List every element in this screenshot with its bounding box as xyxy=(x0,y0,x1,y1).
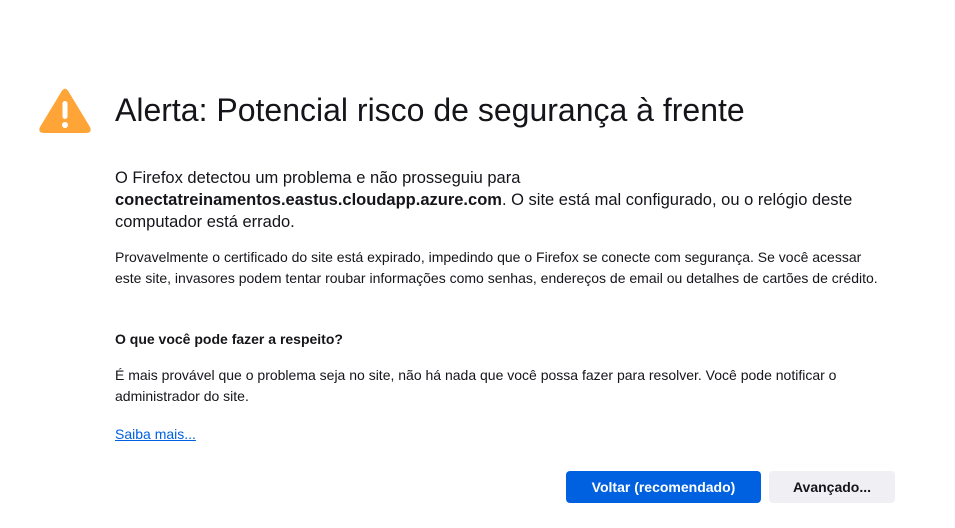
error-detail: Provavelmente o certificado do site está… xyxy=(115,249,878,286)
intro-before: O Firefox detectou um problema e não pro… xyxy=(115,169,521,187)
error-content: O Firefox detectou um problema e não pro… xyxy=(115,167,885,444)
warning-triangle-icon xyxy=(39,88,91,133)
page-title: Alerta: Potencial risco de segurança à f… xyxy=(115,92,745,128)
what-to-do-text: É mais provável que o problema seja no s… xyxy=(115,367,837,404)
learn-more-link[interactable]: Saiba mais... xyxy=(115,424,196,444)
intro-text: O Firefox detectou um problema e não pro… xyxy=(115,167,885,233)
go-back-button[interactable]: Voltar (recomendado) xyxy=(566,471,761,503)
what-to-do-heading: O que você pode fazer a respeito? xyxy=(115,331,343,347)
hostname: conectatreinamentos.eastus.cloudapp.azur… xyxy=(115,191,502,209)
advanced-button[interactable]: Avançado... xyxy=(769,471,895,503)
